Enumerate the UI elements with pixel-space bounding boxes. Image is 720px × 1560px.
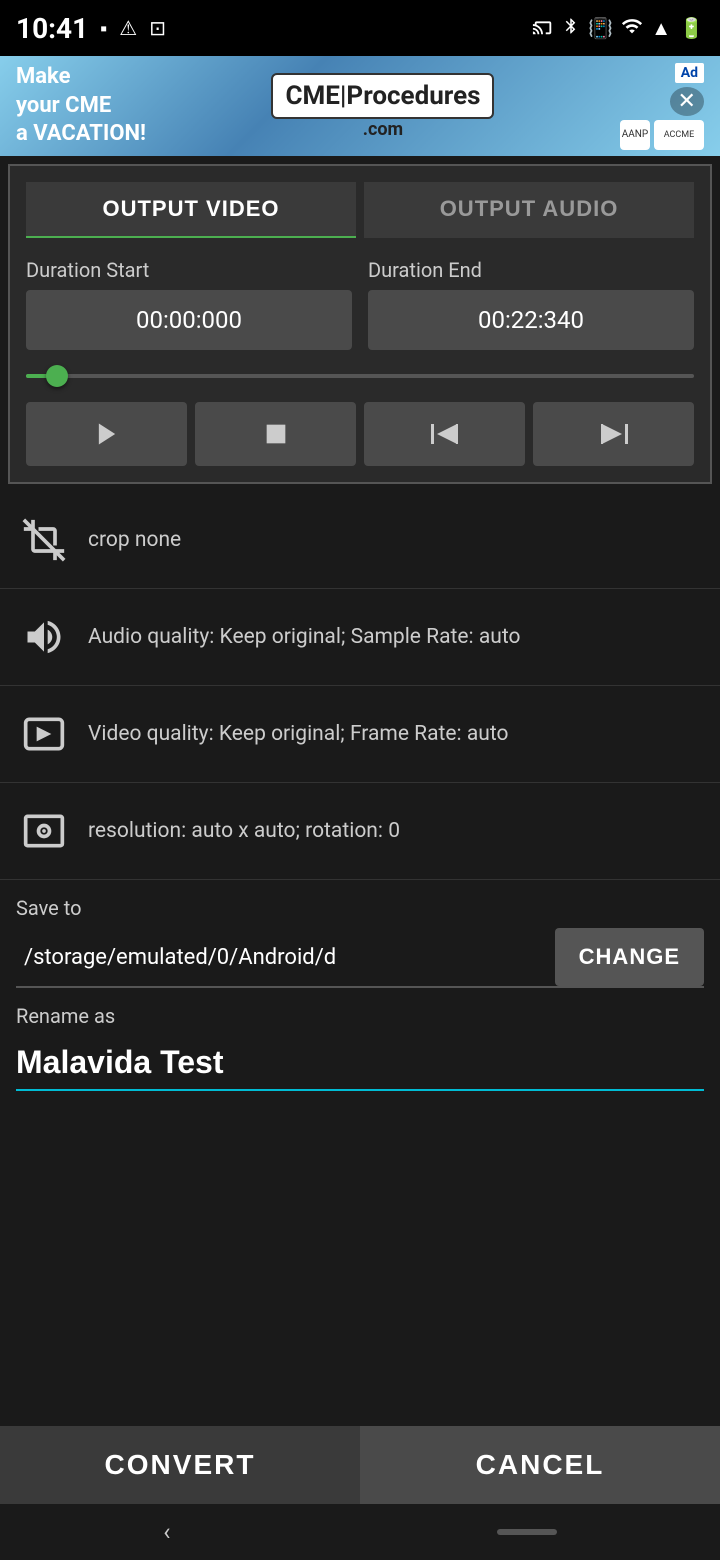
ad-line2: your CME (16, 93, 111, 118)
video-row[interactable]: Video quality: Keep original; Frame Rate… (0, 686, 720, 783)
bottom-buttons: CONVERT CANCEL (0, 1426, 720, 1504)
tab-output-video[interactable]: OUTPUT VIDEO (26, 182, 356, 238)
crop-text: crop none (88, 528, 704, 552)
back-button[interactable]: ‹ (163, 1518, 170, 1546)
stop-button[interactable] (195, 402, 356, 466)
ad-line3: a VACATION! (16, 121, 146, 146)
duration-start-value[interactable]: 00:00:000 (26, 290, 352, 350)
ad-brand: CME|Procedures (285, 81, 480, 111)
slider-track (26, 374, 694, 378)
duration-end-label: Duration End (368, 258, 694, 282)
save-to-label: Save to (16, 896, 704, 920)
ad-banner: Make your CME a VACATION! CME|Procedures… (0, 56, 720, 156)
warning-icon: ⚠ (119, 16, 137, 40)
duration-start-label: Duration Start (26, 258, 352, 282)
rename-label: Rename as (16, 1004, 704, 1028)
rename-input[interactable] (16, 1036, 704, 1091)
mark-out-button[interactable] (533, 402, 694, 466)
duration-row: Duration Start 00:00:000 Duration End 00… (26, 258, 694, 350)
play-button[interactable] (26, 402, 187, 466)
timeline-slider[interactable] (26, 366, 694, 386)
video-text: Video quality: Keep original; Frame Rate… (88, 722, 704, 746)
ad-domain: .com (363, 119, 403, 140)
audio-row[interactable]: Audio quality: Keep original; Sample Rat… (0, 589, 720, 686)
home-indicator[interactable] (497, 1529, 557, 1535)
vibrate-icon: 📳 (588, 16, 613, 40)
cast-icon (532, 15, 554, 42)
convert-button[interactable]: CONVERT (0, 1426, 360, 1504)
audio-text: Audio quality: Keep original; Sample Rat… (88, 625, 704, 649)
duration-end-value[interactable]: 00:22:340 (368, 290, 694, 350)
wifi-icon (621, 15, 643, 42)
ad-line1: Make (16, 64, 70, 89)
crop-row[interactable]: crop none (0, 492, 720, 589)
cancel-button[interactable]: CANCEL (360, 1426, 720, 1504)
duration-start-col: Duration Start 00:00:000 (26, 258, 352, 350)
mark-in-button[interactable] (364, 402, 525, 466)
crop-icon (16, 512, 72, 568)
tab-output-audio[interactable]: OUTPUT AUDIO (364, 182, 694, 238)
duration-end-col: Duration End 00:22:340 (368, 258, 694, 350)
controls-row (26, 402, 694, 466)
screen-cast-icon: ▪ (100, 16, 107, 41)
audio-icon (16, 609, 72, 665)
screen-record-icon: ⊡ (149, 16, 166, 40)
slider-thumb[interactable] (46, 365, 68, 387)
nav-bar: ‹ (0, 1504, 720, 1560)
status-bar: 10:41 ▪ ⚠ ⊡ 📳 ▲ 🔋 (0, 0, 720, 56)
status-time: 10:41 (16, 12, 88, 45)
save-section: Save to /storage/emulated/0/Android/d CH… (0, 880, 720, 1107)
path-row: /storage/emulated/0/Android/d CHANGE (16, 928, 704, 988)
signal-icon: ▲ (651, 16, 671, 41)
battery-icon: 🔋 (679, 16, 704, 40)
save-path: /storage/emulated/0/Android/d (16, 933, 555, 982)
resolution-text: resolution: auto x auto; rotation: 0 (88, 819, 704, 843)
tab-row: OUTPUT VIDEO OUTPUT AUDIO (26, 182, 694, 238)
resolution-row[interactable]: resolution: auto x auto; rotation: 0 (0, 783, 720, 880)
resolution-icon (16, 803, 72, 859)
bluetooth-icon (562, 15, 580, 42)
player-panel: OUTPUT VIDEO OUTPUT AUDIO Duration Start… (8, 164, 712, 484)
video-quality-icon (16, 706, 72, 762)
ad-close-btn[interactable]: ✕ (670, 87, 704, 116)
change-button[interactable]: CHANGE (555, 928, 704, 986)
